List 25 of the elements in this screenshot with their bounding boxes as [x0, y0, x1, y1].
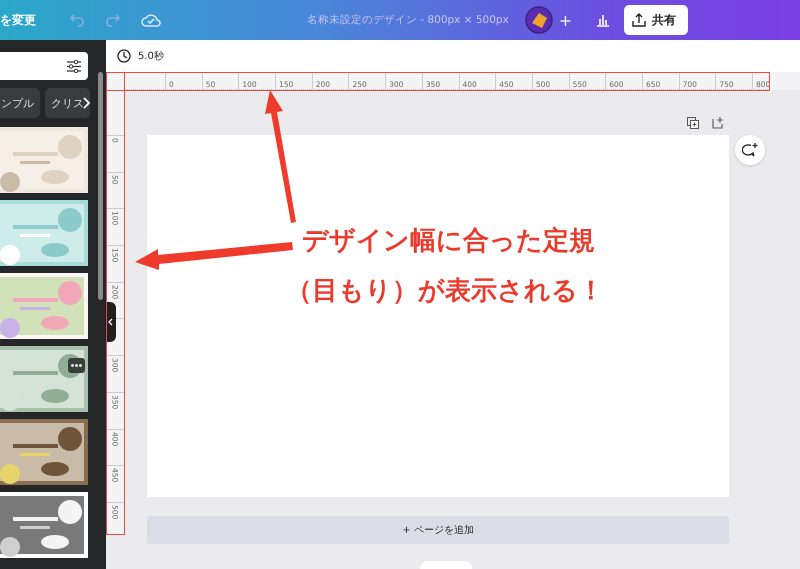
- clock-icon: [117, 49, 131, 63]
- filter-icon[interactable]: [67, 60, 81, 72]
- cloud-check-icon[interactable]: [141, 12, 161, 28]
- bar-chart-icon[interactable]: [596, 13, 610, 27]
- search-field[interactable]: [0, 52, 88, 80]
- chevron-left-icon: [108, 318, 113, 326]
- annotation-text: デザイン幅に合った定規: [302, 225, 596, 258]
- avatar[interactable]: [524, 6, 553, 34]
- annotation-text: （目もり）が表示される！: [286, 275, 604, 308]
- chevron-right-icon[interactable]: [83, 97, 90, 109]
- add-page-icon[interactable]: [712, 117, 724, 129]
- scrollbar[interactable]: [98, 72, 103, 300]
- upload-icon: [632, 13, 646, 27]
- duplicate-icon[interactable]: [687, 117, 699, 129]
- comment-button[interactable]: [735, 135, 765, 165]
- add-button[interactable]: +: [554, 10, 576, 30]
- design-title: 名称未設定のデザイン - 800px × 500px: [307, 13, 509, 27]
- comment-add-icon: [742, 142, 758, 158]
- duration-text[interactable]: 5.0秒: [138, 49, 164, 63]
- more-icon[interactable]: [68, 358, 85, 373]
- filter-chip[interactable]: クリス: [45, 88, 90, 118]
- add-page-button[interactable]: + ページを追加: [147, 516, 729, 544]
- filter-chip[interactable]: ンプル: [0, 88, 40, 118]
- design-page[interactable]: [147, 135, 729, 497]
- share-button[interactable]: 共有: [624, 5, 688, 35]
